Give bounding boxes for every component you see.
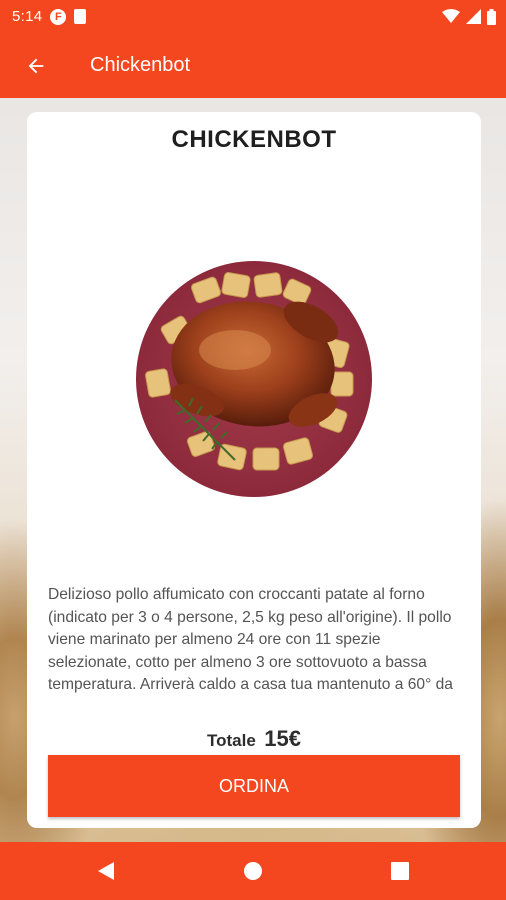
wifi-icon [442, 9, 460, 23]
nav-home-icon [244, 862, 262, 880]
status-time: 5:14 [12, 8, 43, 25]
nav-back-button[interactable] [82, 847, 130, 895]
arrow-back-icon [28, 58, 44, 73]
sd-card-icon [74, 9, 87, 24]
battery-icon [487, 8, 496, 25]
product-description: Delizioso pollo affumicato con croccanti… [48, 586, 453, 693]
total-row: Totale 15€ [27, 726, 481, 752]
product-card: CHICKENBOT Delizioso pollo affumicato co… [27, 112, 481, 828]
nav-recents-button[interactable] [376, 847, 424, 895]
status-bar: 5:14 F [0, 0, 506, 33]
facebook-notification-icon: F [50, 8, 67, 25]
app-bar: Chickenbot [0, 33, 506, 98]
total-price: 15€ [264, 726, 301, 751]
app-title: Chickenbot [90, 54, 191, 76]
nav-home-button[interactable] [229, 847, 277, 895]
cell-signal-icon [466, 9, 481, 24]
nav-recents-icon [391, 862, 409, 880]
nav-back-icon [98, 862, 114, 880]
back-button[interactable] [8, 38, 64, 94]
product-image [136, 261, 372, 497]
product-title: CHICKENBOT [171, 126, 337, 153]
system-nav-bar [0, 842, 506, 900]
order-button[interactable]: ORDINA [48, 755, 460, 817]
total-label: Totale [207, 731, 256, 750]
